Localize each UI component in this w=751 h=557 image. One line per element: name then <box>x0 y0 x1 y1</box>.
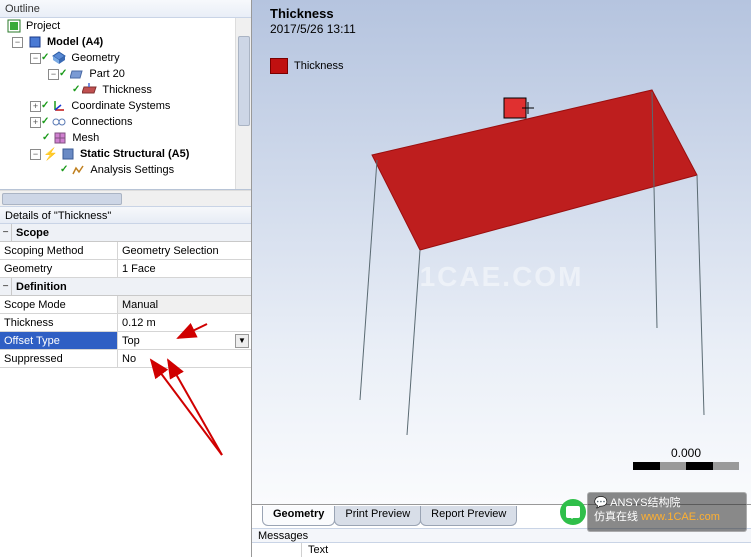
tree-static[interactable]: − ⚡ Static Structural (A5) <box>0 146 251 162</box>
tree-project[interactable]: Project <box>0 18 251 34</box>
tab-geometry[interactable]: Geometry <box>262 506 335 526</box>
row-scoping-method[interactable]: Scoping MethodGeometry Selection <box>0 242 251 260</box>
tree-label: Thickness <box>100 82 152 98</box>
collapse-icon[interactable]: − <box>48 69 59 80</box>
check-icon: ✓ <box>41 98 49 114</box>
expand-icon[interactable]: + <box>30 101 41 112</box>
check-icon: ✓ <box>59 66 67 82</box>
collapse-icon[interactable]: − <box>30 53 41 64</box>
tree-connections[interactable]: + ✓ Connections <box>0 114 251 130</box>
tree-thickness[interactable]: ✓ Thickness <box>0 82 251 98</box>
analysis-icon <box>70 162 86 178</box>
row-thickness[interactable]: Thickness0.12 m <box>0 314 251 332</box>
model-render <box>252 0 751 505</box>
messages-col0 <box>252 543 302 557</box>
messages-col-text: Text <box>302 543 328 557</box>
dropdown-arrow-icon[interactable]: ▼ <box>235 334 249 348</box>
group-scope[interactable]: −Scope <box>0 224 251 242</box>
collapse-icon[interactable]: − <box>30 149 41 160</box>
thickness-icon <box>82 82 98 98</box>
left-pane: Outline Project − Model (A4) − ✓ Geometr… <box>0 0 252 557</box>
tree-label: Static Structural (A5) <box>78 146 189 162</box>
tab-print-preview[interactable]: Print Preview <box>334 506 421 526</box>
tree-label: Mesh <box>70 130 99 146</box>
tree-analysis[interactable]: ✓ Analysis Settings <box>0 162 251 178</box>
tree-label: Model (A4) <box>45 34 103 50</box>
scale-ruler: 0.000 <box>633 446 739 470</box>
static-icon <box>60 146 76 162</box>
model-icon <box>27 34 43 50</box>
project-icon <box>6 18 22 34</box>
connections-icon <box>51 114 67 130</box>
group-definition[interactable]: −Definition <box>0 278 251 296</box>
tree-label: Part 20 <box>87 66 124 82</box>
tree-label: Connections <box>69 114 132 130</box>
tree-part[interactable]: − ✓ Part 20 <box>0 66 251 82</box>
check-icon: ✓ <box>41 114 49 130</box>
messages-panel: Messages Text <box>252 528 751 557</box>
row-scope-mode[interactable]: Scope ModeManual <box>0 296 251 314</box>
row-offset-type[interactable]: Offset TypeTop▼ <box>0 332 251 350</box>
check-icon: ✓ <box>60 162 68 178</box>
mesh-icon <box>52 130 68 146</box>
tree-label: Project <box>24 18 60 34</box>
tree-label: Geometry <box>69 50 119 66</box>
viewport-tabs: Geometry Print Preview Report Preview <box>262 506 516 526</box>
collapse-icon[interactable]: − <box>12 37 23 48</box>
tab-report-preview[interactable]: Report Preview <box>420 506 517 526</box>
tree-coord[interactable]: + ✓ Coordinate Systems <box>0 98 251 114</box>
tree-hscroll[interactable] <box>0 190 251 206</box>
tree-vscroll[interactable] <box>235 18 251 190</box>
expand-icon[interactable]: + <box>30 117 41 128</box>
check-icon: ✓ <box>42 130 50 146</box>
row-suppressed[interactable]: SuppressedNo <box>0 350 251 368</box>
outline-tree[interactable]: Project − Model (A4) − ✓ Geometry − ✓ Pa… <box>0 18 251 190</box>
watermark-banner: 💬 ANSYS结构院 仿真在线 www.1CAE.com <box>587 492 747 532</box>
tree-label: Analysis Settings <box>88 162 174 178</box>
details-grid: −Scope Scoping MethodGeometry Selection … <box>0 224 251 368</box>
tree-mesh[interactable]: ✓ Mesh <box>0 130 251 146</box>
details-header: Details of "Thickness" <box>0 206 251 224</box>
chat-icon <box>560 499 586 525</box>
geometry-icon <box>51 50 67 66</box>
scale-value: 0.000 <box>633 446 739 460</box>
tree-model[interactable]: − Model (A4) <box>0 34 251 50</box>
part-icon <box>69 66 85 82</box>
tree-geometry[interactable]: − ✓ Geometry <box>0 50 251 66</box>
graphics-viewport[interactable]: Thickness 2017/5/26 13:11 Thickness 1CAE… <box>252 0 751 505</box>
check-icon: ✓ <box>41 50 49 66</box>
bolt-icon: ⚡ <box>43 146 58 162</box>
coord-icon <box>51 98 67 114</box>
tree-label: Coordinate Systems <box>69 98 170 114</box>
outline-header: Outline <box>0 0 251 18</box>
row-geometry[interactable]: Geometry1 Face <box>0 260 251 278</box>
check-icon: ✓ <box>72 82 80 98</box>
